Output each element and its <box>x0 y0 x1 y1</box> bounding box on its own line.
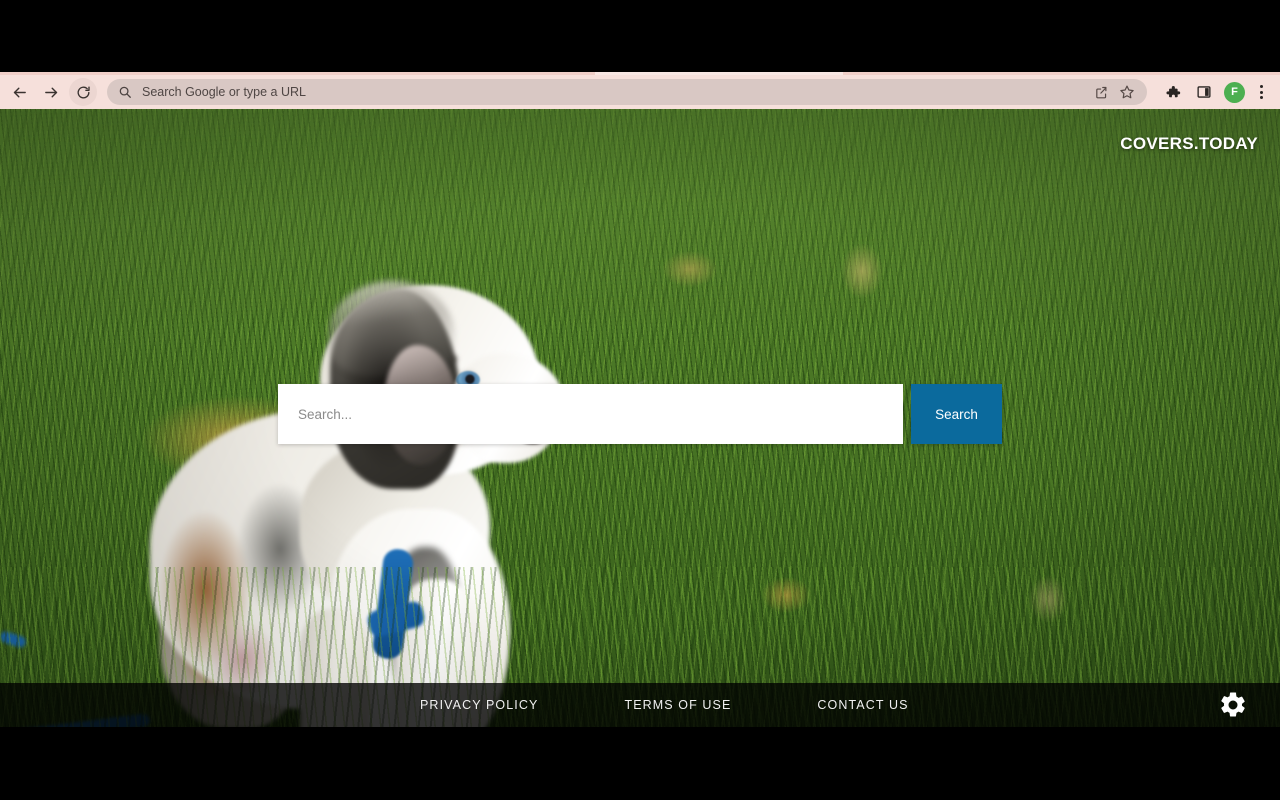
footer-link-privacy-policy[interactable]: PRIVACY POLICY <box>420 698 538 712</box>
side-panel-icon[interactable] <box>1190 79 1217 106</box>
browser-toolbar: Search Google or type a URL F <box>0 75 1280 109</box>
avatar[interactable]: F <box>1224 81 1245 103</box>
screen: COVERS.TODAY Search PRIVACY POLICY TERMS… <box>0 0 1280 800</box>
site-footer: PRIVACY POLICY TERMS OF USE CONTACT US <box>0 683 1280 727</box>
letterbox-top <box>0 0 1280 72</box>
letterbox-bottom <box>0 727 1280 800</box>
browser-chrome: Search Google or type a URL F <box>0 72 1280 109</box>
footer-links: PRIVACY POLICY TERMS OF USE CONTACT US <box>420 698 995 712</box>
footer-link-contact-us[interactable]: CONTACT US <box>817 698 908 712</box>
page-viewport: COVERS.TODAY Search PRIVACY POLICY TERMS… <box>0 109 1280 727</box>
reload-icon[interactable] <box>69 78 97 106</box>
star-icon[interactable] <box>1115 80 1139 104</box>
search-button[interactable]: Search <box>911 384 1002 444</box>
share-icon[interactable] <box>1089 80 1113 104</box>
browser-toolbar-right: F <box>1157 79 1280 106</box>
search-row: Search <box>278 384 1002 444</box>
three-dot-menu-icon[interactable] <box>1250 79 1272 106</box>
footer-link-terms-of-use[interactable]: TERMS OF USE <box>624 698 731 712</box>
search-input[interactable] <box>278 384 903 444</box>
search-icon <box>117 85 132 100</box>
arrow-forward-icon[interactable] <box>37 78 65 106</box>
omnibox-text: Search Google or type a URL <box>142 85 306 99</box>
site-logo: COVERS.TODAY <box>1120 134 1258 153</box>
puzzle-piece-icon[interactable] <box>1159 79 1186 106</box>
arrow-back-icon[interactable] <box>5 78 33 106</box>
gear-icon[interactable] <box>1218 690 1248 720</box>
omnibox[interactable]: Search Google or type a URL <box>107 79 1147 105</box>
omnibox-actions <box>1089 80 1139 104</box>
